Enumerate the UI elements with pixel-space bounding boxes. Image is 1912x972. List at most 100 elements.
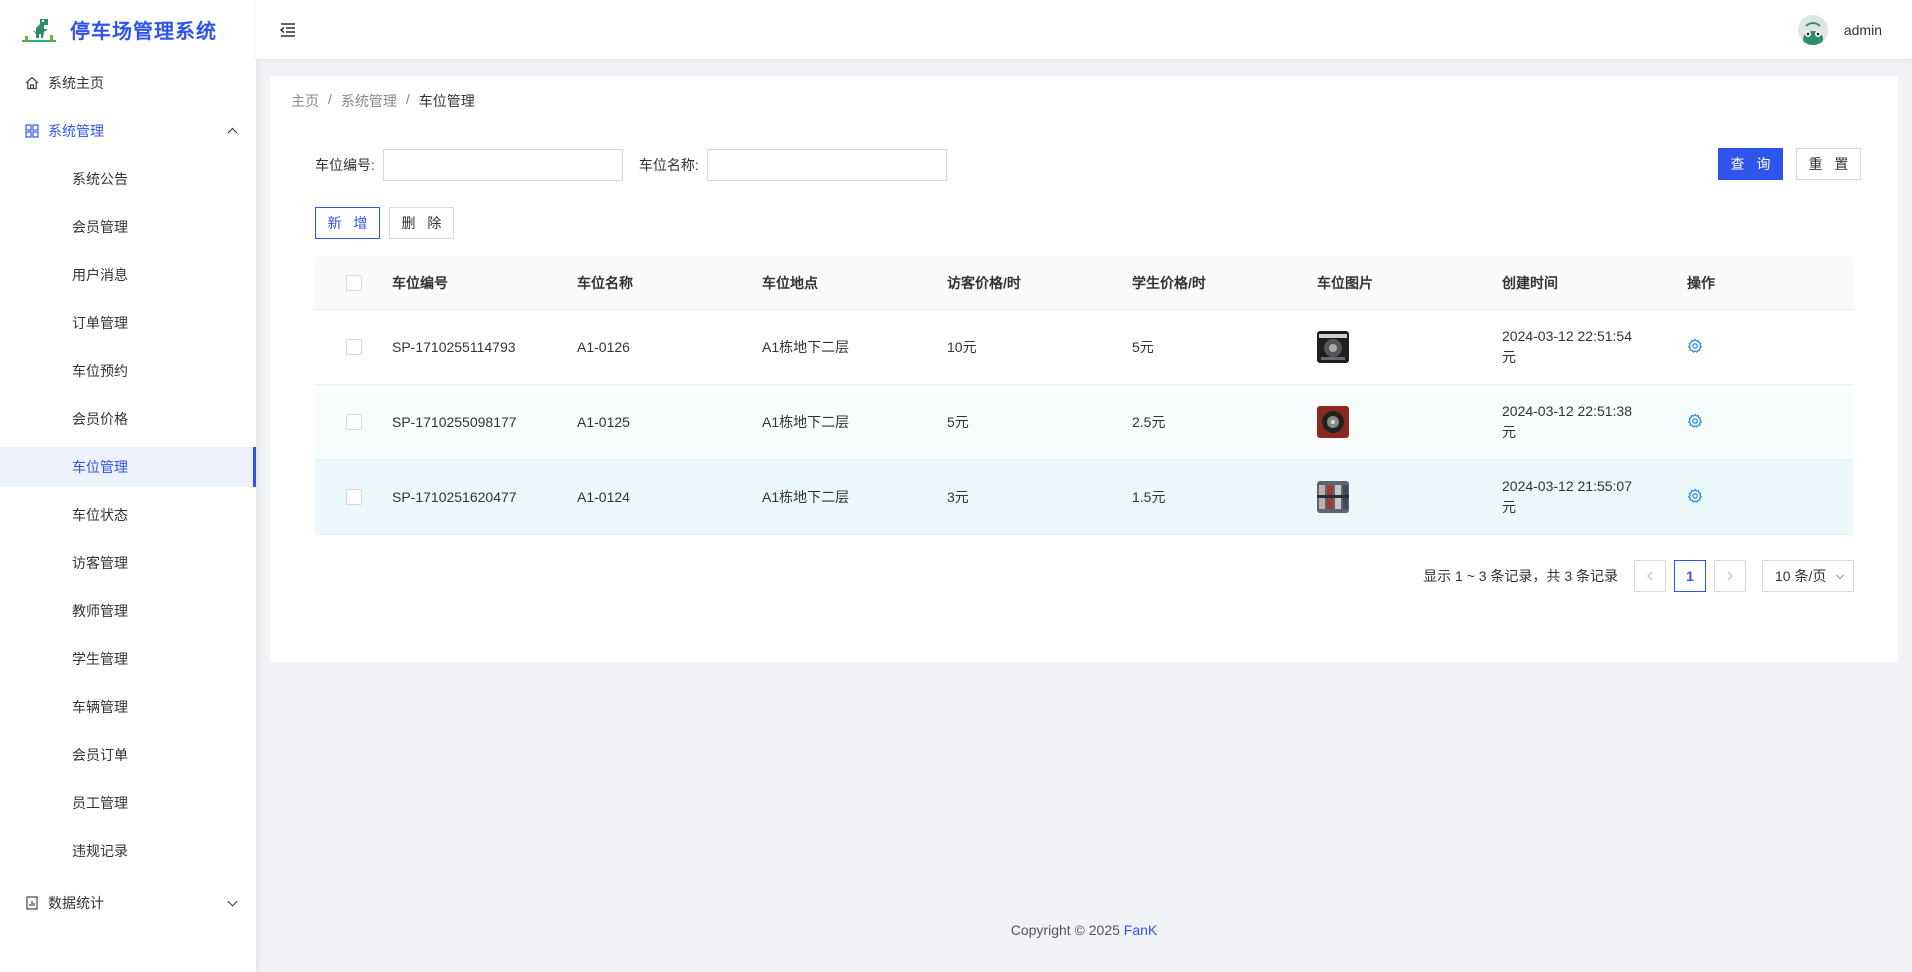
column-header: 学生价格/时 [1132,275,1206,291]
query-button[interactable]: 查 询 [1718,148,1783,180]
top-header: admin [256,0,1912,59]
page-size-value: 10 条/页 [1775,568,1827,584]
spot-table: 车位编号 车位名称 车位地点 访客价格/时 学生价格/时 车位图片 创建时间 操… [315,257,1853,535]
visitor-price-cell: 10元 [947,339,977,355]
dinosaur-logo-icon [22,16,56,44]
menu-item-system-label: 系统管理 [48,123,104,139]
table-header: 车位编号 车位名称 车位地点 访客价格/时 学生价格/时 车位图片 创建时间 操… [315,257,1853,310]
chevron-left-icon [1647,571,1653,581]
page-number-button[interactable]: 1 [1674,560,1706,592]
column-header: 访客价格/时 [947,275,1021,291]
submenu-item-announcement[interactable]: 系统公告 [0,159,256,199]
created-time: 2024-03-12 22:51:38 [1502,403,1632,419]
spot-code-cell: SP-1710255098177 [392,414,517,430]
menu-fold-icon[interactable] [278,20,298,40]
submenu-item-teachers[interactable]: 教师管理 [0,591,256,631]
footer: Copyright © 2025 FanK [256,922,1912,938]
chart-doc-icon [24,895,40,911]
submenu-item-spot-status[interactable]: 车位状态 [0,495,256,535]
gear-icon[interactable] [1687,413,1703,429]
prev-page-button[interactable] [1634,560,1666,592]
chevron-down-icon [1835,570,1845,580]
spot-image-thumbnail[interactable] [1317,481,1349,513]
submenu-label: 系统公告 [72,171,128,187]
visitor-price-cell: 5元 [947,414,969,430]
submenu-label: 车辆管理 [72,699,128,715]
copyright-text: Copyright © 2025 [1010,922,1120,938]
spot-image-thumbnail[interactable] [1317,331,1349,363]
next-page-button[interactable] [1714,560,1746,592]
table-row: SP-1710251620477 A1-0124 A1栋地下二层 3元 1.5元… [315,460,1853,535]
submenu-label: 车位状态 [72,507,128,523]
menu-item-system[interactable]: 系统管理 [0,107,256,155]
submenu-item-messages[interactable]: 用户消息 [0,255,256,295]
chevron-up-icon [227,127,238,138]
submenu-item-reservations[interactable]: 车位预约 [0,351,256,391]
submenu-item-orders[interactable]: 订单管理 [0,303,256,343]
user-menu[interactable]: admin [1797,14,1882,45]
student-price-cell: 2.5元 [1132,414,1166,430]
menu-item-home[interactable]: 系统主页 [0,59,256,107]
app-title: 停车场管理系统 [70,21,217,43]
created-time: 2024-03-12 22:51:54 [1502,328,1632,344]
breadcrumb-home[interactable]: 主页 [291,91,319,111]
add-button[interactable]: 新 增 [315,207,380,239]
content-card: 主页 / 系统管理 / 车位管理 车位编号: 车位名称: 查 询 重 置 新 增… [270,76,1898,662]
submenu-item-visitors[interactable]: 访客管理 [0,543,256,583]
submenu-item-member-orders[interactable]: 会员订单 [0,735,256,775]
submenu-item-member-price[interactable]: 会员价格 [0,399,256,439]
menu-item-stats[interactable]: 数据统计 [0,879,256,927]
pagination: 显示 1 ~ 3 条记录，共 3 条记录 1 10 条/页 [1423,560,1854,592]
created-suffix: 元 [1502,424,1516,440]
row-checkbox[interactable] [345,414,362,430]
submenu-item-staff[interactable]: 员工管理 [0,783,256,823]
author-link[interactable]: FanK [1124,922,1157,938]
submenu-item-vehicles[interactable]: 车辆管理 [0,687,256,727]
avatar [1797,14,1828,45]
grid-icon [24,123,40,139]
search-form: 车位编号: 车位名称: [315,149,947,181]
submenu-item-violations[interactable]: 违规记录 [0,831,256,871]
student-price-cell: 1.5元 [1132,489,1166,505]
breadcrumb-separator: / [405,91,410,107]
submenu-item-students[interactable]: 学生管理 [0,639,256,679]
spot-name-input[interactable] [706,149,947,181]
column-header: 车位图片 [1317,275,1373,291]
gear-icon[interactable] [1687,338,1703,354]
gear-icon[interactable] [1687,488,1703,504]
app-logo: 停车场管理系统 [0,0,256,59]
spot-name-label: 车位名称: [638,157,699,173]
spot-image-thumbnail[interactable] [1317,406,1349,438]
submenu-label: 访客管理 [72,555,128,571]
spot-location-cell: A1栋地下二层 [762,414,850,430]
column-header: 车位名称 [577,275,633,291]
chevron-right-icon [1727,571,1733,581]
column-header: 操作 [1687,275,1715,291]
select-all-checkbox[interactable] [345,275,362,291]
submenu-label: 教师管理 [72,603,128,619]
submenu-label: 会员价格 [72,411,128,427]
delete-button[interactable]: 删 除 [389,207,454,239]
username: admin [1843,21,1882,38]
breadcrumb-section[interactable]: 系统管理 [341,91,397,111]
spot-name-cell: A1-0125 [577,414,630,430]
spot-location-cell: A1栋地下二层 [762,339,850,355]
spot-code-cell: SP-1710255114793 [392,339,516,355]
breadcrumb-separator: / [328,91,332,107]
submenu-item-spot-management[interactable]: 车位管理 [0,447,256,487]
spot-code-input[interactable] [382,149,623,181]
student-price-cell: 5元 [1132,339,1154,355]
spot-code-label: 车位编号: [315,157,375,173]
row-checkbox[interactable] [345,339,362,355]
table-row: SP-1710255114793 A1-0126 A1栋地下二层 10元 5元 … [315,310,1853,385]
menu-item-home-label: 系统主页 [48,75,104,91]
breadcrumb: 主页 / 系统管理 / 车位管理 [291,91,475,111]
reset-button[interactable]: 重 置 [1796,148,1861,180]
page-size-select[interactable]: 10 条/页 [1762,560,1854,592]
submenu-item-members[interactable]: 会员管理 [0,207,256,247]
submenu-label: 订单管理 [72,315,128,331]
home-icon [24,75,40,91]
row-checkbox[interactable] [345,489,362,505]
spot-name-cell: A1-0126 [577,339,630,355]
submenu-label: 员工管理 [72,795,128,811]
